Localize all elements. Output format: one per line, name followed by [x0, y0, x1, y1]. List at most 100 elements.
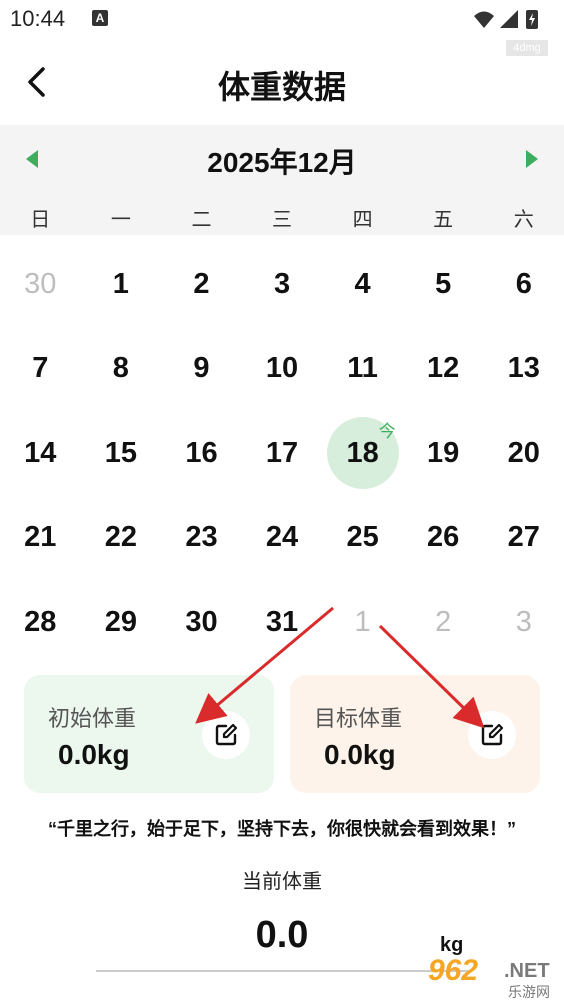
edit-icon [481, 723, 504, 746]
calendar-day-number: 28 [24, 605, 57, 638]
calendar-day-number: 2 [435, 605, 452, 638]
calendar-day[interactable]: 10 [242, 327, 323, 412]
calendar-day-number: 10 [265, 352, 299, 385]
calendar-day[interactable]: 21 [0, 496, 81, 581]
calendar-day[interactable]: 12 [403, 327, 484, 412]
calendar-day[interactable]: 26 [403, 496, 484, 581]
watermark-sub: 乐游网 [508, 984, 550, 1000]
weekday-label: 一 [110, 209, 131, 231]
calendar-day[interactable]: 6 [483, 242, 564, 327]
calendar-day-number: 8 [112, 352, 129, 385]
calendar-day[interactable]: 20 [483, 411, 564, 496]
calendar-day-today[interactable]: 18 今 [322, 411, 403, 496]
calendar-day[interactable]: 16 [161, 411, 242, 496]
calendar-day[interactable]: 14 [0, 411, 81, 496]
calendar-day[interactable]: 8 [81, 327, 162, 412]
notification-icon: A [92, 10, 108, 26]
calendar-day-number: 21 [24, 521, 57, 554]
calendar-day[interactable]: 2 [161, 242, 242, 327]
calendar-day[interactable]: 23 [161, 496, 242, 581]
calendar-day[interactable]: 19 [403, 411, 484, 496]
weekday-label: 六 [513, 209, 534, 231]
calendar-day-number: 20 [507, 436, 540, 469]
calendar-day[interactable]: 3 [483, 580, 564, 665]
calendar-day-number: 4 [354, 267, 371, 300]
weekday-label: 三 [272, 209, 293, 231]
calendar-day-number: 30 [24, 267, 57, 300]
calendar-day[interactable]: 24 [242, 496, 323, 581]
weekday-label: 五 [433, 209, 454, 231]
calendar-day[interactable]: 25 [322, 496, 403, 581]
calendar-week-row: 28 29 30 31 1 2 3 [0, 580, 564, 665]
calendar-day[interactable]: 29 [81, 580, 162, 665]
calendar-header: 2025年12月 日 一 二 三 四 五 六 [0, 125, 564, 235]
weekday-label: 二 [191, 209, 212, 231]
calendar-day[interactable]: 31 [242, 580, 323, 665]
goal-weight-label: 目标体重 [314, 706, 403, 731]
calendar-day-number: 29 [104, 605, 137, 638]
status-bar: 10:44 A [0, 0, 564, 40]
calendar-day-number: 16 [185, 436, 218, 469]
calendar-day[interactable]: 1 [322, 580, 403, 665]
triangle-right-icon [526, 150, 538, 168]
calendar-day[interactable]: 13 [483, 327, 564, 412]
calendar-day[interactable]: 1 [81, 242, 162, 327]
calendar-day[interactable]: 22 [81, 496, 162, 581]
calendar-grid: 30 1 2 3 4 5 6 7 8 9 10 11 12 13 14 15 16 17 18 今 19 20 21 22 23… [0, 242, 564, 665]
calendar-day-number: 7 [32, 352, 49, 385]
month-label: 2025年12月 [207, 147, 357, 178]
signal-icon [500, 10, 518, 28]
calendar-day[interactable]: 15 [81, 411, 162, 496]
calendar-day-number: 31 [265, 605, 299, 638]
calendar-day-number: 14 [24, 436, 57, 469]
calendar-day-number: 13 [507, 352, 540, 385]
initial-weight-value: 0.0kg [58, 739, 130, 770]
weekday-row: 日 一 二 三 四 五 六 [0, 203, 564, 231]
calendar-day[interactable]: 28 [0, 580, 81, 665]
watermark-number: 962 [428, 954, 479, 987]
calendar-day[interactable]: 4 [322, 242, 403, 327]
calendar-day-number: 23 [185, 521, 218, 554]
initial-weight-card: 初始体重 0.0kg [24, 675, 274, 793]
calendar-day[interactable]: 30 [161, 580, 242, 665]
calendar-week-row: 30 1 2 3 4 5 6 [0, 242, 564, 327]
calendar-day-number: 3 [515, 605, 532, 638]
calendar-week-row: 7 8 9 10 11 12 13 [0, 327, 564, 412]
initial-weight-label: 初始体重 [48, 706, 137, 731]
calendar-day-number: 2 [193, 267, 210, 300]
calendar-day[interactable]: 7 [0, 327, 81, 412]
calendar-day[interactable]: 30 [0, 242, 81, 327]
calendar-day-number: 22 [104, 521, 137, 554]
calendar-day[interactable]: 9 [161, 327, 242, 412]
edit-icon [215, 723, 238, 746]
calendar-day[interactable]: 3 [242, 242, 323, 327]
motivation-quote: “千里之行，始于足下，坚持下去，你很快就会看到效果！” [48, 819, 516, 839]
top-nav: 体重数据 [0, 52, 564, 114]
calendar-day[interactable]: 11 [322, 327, 403, 412]
calendar-day-number: 30 [185, 605, 218, 638]
calendar-day-number: 1 [112, 267, 129, 300]
calendar-day[interactable]: 2 [403, 580, 484, 665]
status-time: 10:44 [10, 6, 66, 31]
calendar-day-number: 24 [265, 521, 299, 554]
calendar-day-number: 6 [515, 267, 532, 300]
calendar-day-number: 9 [193, 352, 210, 385]
weekday-label: 日 [30, 209, 51, 231]
next-month-button[interactable] [520, 147, 542, 171]
edit-initial-weight-button[interactable] [202, 711, 250, 759]
site-watermark-logo: 962 .NET 乐游网 [428, 954, 560, 1002]
calendar-day-number: 15 [104, 436, 137, 469]
current-weight-label: 当前体重 [242, 871, 322, 893]
today-mark: 今 [378, 422, 396, 441]
calendar-day[interactable]: 5 [403, 242, 484, 327]
calendar-day[interactable]: 27 [483, 496, 564, 581]
watermark-net: .NET [504, 960, 550, 982]
current-weight-value[interactable]: 0.0 [0, 914, 564, 957]
weight-input-underline [96, 970, 468, 972]
calendar-day-number: 27 [507, 521, 540, 554]
calendar-day-number: 18 [346, 436, 379, 469]
calendar-week-row: 14 15 16 17 18 今 19 20 [0, 411, 564, 496]
calendar-day-number: 12 [427, 352, 460, 385]
calendar-day[interactable]: 17 [242, 411, 323, 496]
edit-goal-weight-button[interactable] [468, 711, 516, 759]
